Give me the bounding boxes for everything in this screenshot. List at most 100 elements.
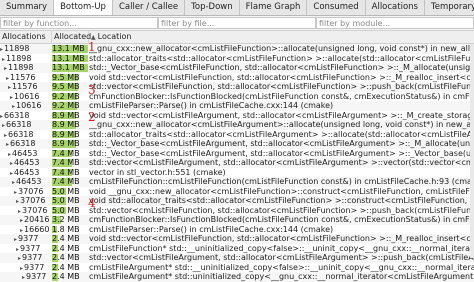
allocated-cell: 13.1 MB — [52, 53, 85, 63]
location-cell: cmFunctionBlocker::IsFunctionBlocked(cmL… — [89, 215, 474, 224]
expand-arrow-icon[interactable]: ▸ — [12, 179, 15, 186]
expand-arrow-icon[interactable]: ▸ — [10, 94, 13, 101]
tree-row[interactable]: ▸46453 7.4 MB vector in stl_vector.h:551 (… — [0, 168, 474, 178]
allocated-cell: 5.0 MB — [52, 196, 80, 205]
allocations-value: 37076 — [18, 186, 44, 196]
tab-allocations[interactable]: Allocations — [366, 0, 425, 15]
tree-row[interactable]: ▸37076 5.0 MB std::vector<cmListFileFuncti… — [0, 206, 474, 216]
expand-arrow-icon[interactable]: ▸ — [10, 170, 13, 177]
tree-row[interactable]: ▸10616 9.2 MB cmFunctionBlocker::IsFunctio… — [0, 92, 474, 102]
tree-row[interactable]: ▸11898 13.1 MB __gnu_cxx::new_allocator<cm… — [0, 44, 474, 54]
allocated-cell: 2.4 MB — [52, 234, 80, 243]
allocated-cell: 9.5 MB — [52, 82, 80, 91]
bottom-up-tree[interactable]: ▸11898 13.1 MB __gnu_cxx::new_allocator<cm… — [0, 44, 474, 282]
expand-arrow-icon[interactable]: ▸ — [14, 236, 17, 243]
allocations-value: 9377 — [24, 262, 45, 272]
expand-arrow-icon[interactable]: ▸ — [0, 46, 3, 53]
filter-module-input[interactable]: filter by module... — [316, 17, 474, 29]
expand-arrow-icon[interactable]: ▸ — [14, 189, 17, 196]
filter-bar: filter by function... filter by file... … — [0, 16, 474, 31]
expand-arrow-icon[interactable]: ▸ — [22, 274, 25, 281]
expand-arrow-icon[interactable]: ▸ — [16, 246, 19, 253]
allocated-cell: 1.8 MB — [52, 224, 80, 234]
tree-row[interactable]: ▸66318 8.9 MB __gnu_cxx::new_allocator<cmL… — [0, 120, 474, 130]
expand-arrow-icon[interactable]: ▸ — [2, 122, 5, 129]
tab-temporary-allocations[interactable]: Temporary Allocations — [425, 0, 474, 15]
expand-arrow-icon[interactable]: ▸ — [0, 113, 3, 120]
allocations-cell: ▸46453 — [0, 168, 60, 178]
allocated-cell: 9.5 MB — [52, 72, 80, 82]
allocations-value: 37076 — [20, 196, 46, 205]
tree-row[interactable]: ▸37076 5.0 MB void std::allocator_traits<s… — [0, 196, 474, 206]
expand-arrow-icon[interactable]: ▸ — [6, 141, 9, 148]
allocations-value: 37076 — [22, 205, 48, 215]
expand-arrow-icon[interactable]: ▸ — [8, 151, 11, 158]
annotation-1: 1 — [88, 40, 96, 54]
tree-row[interactable]: ▸9377 2.4 MB cmListFileArgument* std::__un… — [0, 263, 474, 273]
tree-row[interactable]: ▸66318 8.9 MB std::allocator_traits<std::a… — [0, 130, 474, 140]
allocated-cell: 7.4 MB — [52, 148, 80, 158]
tree-row[interactable]: ▸9377 2.4 MB void std::vector<cmListFileFu… — [0, 234, 474, 244]
column-header-location-label: Location — [97, 32, 132, 41]
column-header-location[interactable]: ▲ Location — [89, 31, 474, 43]
tab-top-down[interactable]: Top-Down — [185, 0, 240, 15]
tab-consumed[interactable]: Consumed — [307, 0, 366, 15]
expand-arrow-icon[interactable]: ▸ — [16, 198, 19, 205]
expand-arrow-icon[interactable]: ▸ — [8, 84, 11, 91]
tree-row[interactable]: ▸10616 9.2 MB cmListFileParser::Parse() in… — [0, 101, 474, 111]
allocated-cell: 8.9 MB — [52, 110, 80, 120]
tree-row[interactable]: ▸37076 5.0 MB void __gnu_cxx::new_allocato… — [0, 187, 474, 197]
expand-arrow-icon[interactable]: ▸ — [6, 75, 9, 82]
tab-bar: Summary Bottom-Up Caller / Callee Top-Down F… — [0, 0, 474, 16]
tab-flame-graph[interactable]: Flame Graph — [240, 0, 308, 15]
tree-row[interactable]: ▸11576 9.5 MB void std::vector<cmListFileF… — [0, 73, 474, 83]
tree-row[interactable]: ▸20416 3.2 MB cmFunctionBlocker::IsFunctio… — [0, 215, 474, 225]
allocated-cell: 13.1 MB — [52, 63, 85, 72]
allocations-value: 11898 — [8, 63, 34, 72]
location-cell: cmListFileFunction* std::__uninitialized… — [89, 243, 474, 253]
tree-row[interactable]: ▸9377 2.4 MB cmListFileArgument* std::unin… — [0, 272, 474, 282]
column-header-allocations[interactable]: Allocations — [0, 31, 52, 43]
tab-summary[interactable]: Summary — [0, 0, 55, 15]
location-cell: std::_Vector_base<cmListFileArgument, st… — [89, 148, 474, 158]
tree-row[interactable]: ▸16660 1.8 MB cmListFileParser::Parse() in… — [0, 225, 474, 235]
tree-row[interactable]: ▸66318 8.9 MB void std::vector<cmListFileA… — [0, 111, 474, 121]
tab-bottom-up[interactable]: Bottom-Up — [54, 0, 113, 15]
filter-function-input[interactable]: filter by function... — [0, 17, 158, 29]
allocated-cell: 2.4 MB — [52, 262, 80, 272]
allocations-value: 11898 — [4, 44, 30, 53]
expand-arrow-icon[interactable]: ▸ — [20, 265, 23, 272]
expand-arrow-icon[interactable]: ▸ — [2, 56, 5, 63]
location-cell: std::_Vector_base<cmListFileArgument, st… — [89, 139, 474, 148]
expand-arrow-icon[interactable]: ▸ — [18, 255, 21, 262]
tab-caller-callee[interactable]: Caller / Callee — [113, 0, 186, 15]
allocated-cell: 9.2 MB — [52, 91, 80, 101]
tree-row[interactable]: ▸66318 8.9 MB std::_Vector_base<cmListFile… — [0, 139, 474, 149]
tree-row[interactable]: ▸46453 7.4 MB cmListFileFunction::cmListFi… — [0, 177, 474, 187]
tree-row[interactable]: ▸9377 2.4 MB cmListFileFunction* std::__un… — [0, 244, 474, 254]
allocations-cell: ▸11898 — [0, 54, 52, 64]
allocated-cell: 7.4 MB — [52, 177, 80, 186]
filter-file-input[interactable]: filter by file... — [158, 17, 316, 29]
annotation-2: 2 — [88, 110, 96, 124]
tree-row[interactable]: ▸11576 9.5 MB std::vector<cmListFileFuncti… — [0, 82, 474, 92]
vertical-scrollbar[interactable] — [470, 44, 474, 258]
tree-row[interactable]: ▸11898 13.1 MB std::allocator_traits<std::… — [0, 54, 474, 64]
tree-row[interactable]: ▸11898 13.1 MB std::_Vector_base<cmListFil… — [0, 63, 474, 73]
expand-arrow-icon[interactable]: ▸ — [4, 65, 7, 72]
column-header-allocated[interactable]: Allocated — [52, 31, 91, 43]
tree-row[interactable]: ▸46453 7.4 MB std::_Vector_base<cmListFile… — [0, 149, 474, 159]
expand-arrow-icon[interactable]: ▸ — [20, 217, 23, 224]
tree-row[interactable]: ▸46453 7.4 MB std::vector<cmListFileArgume… — [0, 158, 474, 168]
allocations-value: 10616 — [16, 101, 42, 110]
allocations-value: 11576 — [12, 82, 38, 91]
allocations-value: 66318 — [8, 129, 34, 139]
expand-arrow-icon[interactable]: ▸ — [10, 160, 13, 167]
location-cell: __gnu_cxx::new_allocator<cmListFileArgum… — [89, 120, 474, 129]
expand-arrow-icon[interactable]: ▸ — [4, 132, 7, 139]
expand-arrow-icon[interactable]: ▸ — [12, 103, 15, 110]
location-cell: std::vector<cmListFileFunction, std::all… — [89, 205, 474, 215]
expand-arrow-icon[interactable]: ▸ — [18, 208, 21, 215]
allocated-cell: 8.9 MB — [52, 120, 80, 129]
expand-arrow-icon[interactable]: ▸ — [20, 227, 23, 234]
